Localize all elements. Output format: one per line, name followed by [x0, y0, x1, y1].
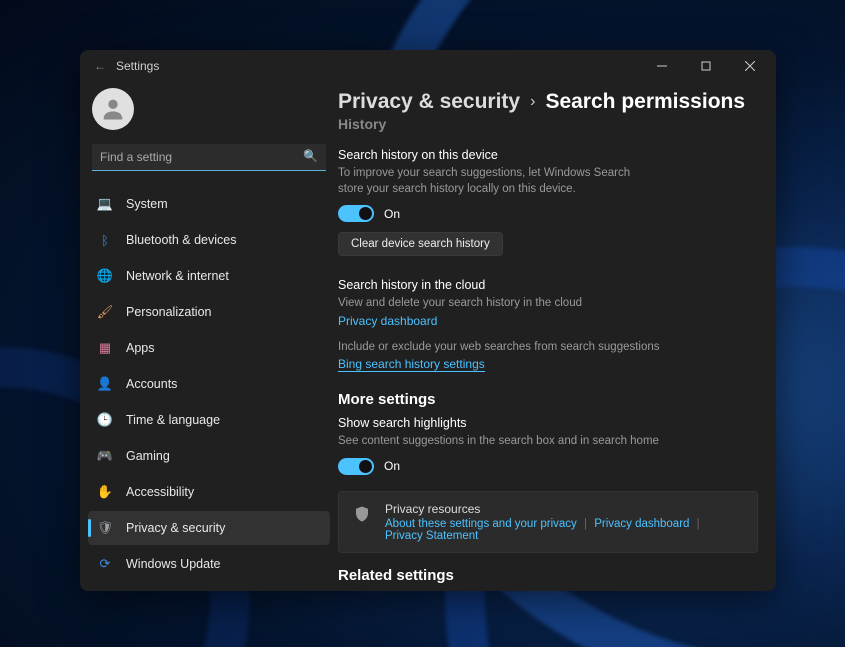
- resources-link-0[interactable]: About these settings and your privacy: [385, 518, 577, 530]
- nav-item-gaming[interactable]: 🎮 Gaming: [88, 439, 330, 473]
- resources-title: Privacy resources: [385, 502, 743, 516]
- apps-icon: ▦: [96, 339, 114, 357]
- nav-item-accounts[interactable]: 👤 Accounts: [88, 367, 330, 401]
- nav-item-privacy-security[interactable]: 🛡 Privacy & security: [88, 511, 330, 545]
- chevron-right-icon: ›: [530, 93, 535, 111]
- gaming-icon: 🎮: [96, 447, 114, 465]
- clear-history-button[interactable]: Clear device search history: [338, 232, 503, 256]
- highlights-toggle-label: On: [384, 459, 400, 473]
- nav-label: Accessibility: [126, 485, 194, 499]
- nav-item-bluetooth-devices[interactable]: ᛒ Bluetooth & devices: [88, 223, 330, 257]
- nav-item-system[interactable]: 💻 System: [88, 187, 330, 221]
- update-icon: ⟳: [96, 555, 114, 573]
- back-button[interactable]: ←: [92, 59, 108, 73]
- nav-label: Gaming: [126, 449, 170, 463]
- bing-history-link[interactable]: Bing search history settings: [338, 357, 485, 372]
- close-button[interactable]: [728, 52, 772, 80]
- privacy-icon: 🛡: [96, 519, 114, 537]
- breadcrumb: Privacy & security › Search permissions: [338, 82, 758, 118]
- search-icon: 🔍: [303, 149, 318, 163]
- system-icon: 💻: [96, 195, 114, 213]
- nav-list: 💻 System ᛒ Bluetooth & devices 🌐 Network & in…: [88, 187, 330, 583]
- personalization-icon: 🖌: [96, 303, 114, 321]
- privacy-dashboard-link[interactable]: Privacy dashboard: [338, 314, 437, 328]
- nav-item-network-internet[interactable]: 🌐 Network & internet: [88, 259, 330, 293]
- section-related: Related settings: [338, 567, 758, 584]
- cloud-history-title: Search history in the cloud: [338, 278, 758, 292]
- window-title: Settings: [116, 59, 640, 73]
- search-input[interactable]: [92, 144, 326, 171]
- privacy-resources-card: Privacy resources About these settings a…: [338, 491, 758, 553]
- nav-label: Personalization: [126, 305, 211, 319]
- time-icon: 🕒: [96, 411, 114, 429]
- resources-link-2[interactable]: Privacy Statement: [385, 530, 478, 542]
- section-history: History: [338, 116, 758, 132]
- network-icon: 🌐: [96, 267, 114, 285]
- nav-item-accessibility[interactable]: ✋ Accessibility: [88, 475, 330, 509]
- nav-label: Time & language: [126, 413, 220, 427]
- nav-label: System: [126, 197, 168, 211]
- device-history-toggle-label: On: [384, 207, 400, 221]
- nav-label: Windows Update: [126, 557, 221, 571]
- maximize-button[interactable]: [684, 52, 728, 80]
- nav-item-apps[interactable]: ▦ Apps: [88, 331, 330, 365]
- accessibility-icon: ✋: [96, 483, 114, 501]
- highlights-toggle[interactable]: [338, 458, 374, 475]
- shield-icon: [353, 505, 371, 523]
- device-history-title: Search history on this device: [338, 148, 758, 162]
- section-more: More settings: [338, 391, 758, 408]
- nav-label: Accounts: [126, 377, 177, 391]
- highlights-title: Show search highlights: [338, 416, 758, 430]
- nav-label: Network & internet: [126, 269, 229, 283]
- device-history-desc: To improve your search suggestions, let …: [338, 166, 638, 197]
- nav-label: Bluetooth & devices: [126, 233, 237, 247]
- nav-label: Apps: [126, 341, 155, 355]
- device-history-toggle[interactable]: [338, 205, 374, 222]
- nav-item-time-language[interactable]: 🕒 Time & language: [88, 403, 330, 437]
- titlebar: ← Settings: [80, 50, 776, 82]
- breadcrumb-parent[interactable]: Privacy & security: [338, 90, 520, 114]
- cloud-history-desc2: Include or exclude your web searches fro…: [338, 340, 678, 356]
- highlights-desc: See content suggestions in the search bo…: [338, 434, 678, 450]
- accounts-icon: 👤: [96, 375, 114, 393]
- nav-item-windows-update[interactable]: ⟳ Windows Update: [88, 547, 330, 581]
- settings-window: ← Settings 🔍 💻 System ᛒ Bluetooth & devices…: [80, 50, 776, 591]
- nav-label: Privacy & security: [126, 521, 225, 535]
- nav-item-personalization[interactable]: 🖌 Personalization: [88, 295, 330, 329]
- content-pane[interactable]: Privacy & security › Search permissions …: [338, 82, 776, 591]
- cloud-history-desc1: View and delete your search history in t…: [338, 296, 638, 312]
- user-avatar[interactable]: [92, 88, 134, 130]
- sidebar: 🔍 💻 System ᛒ Bluetooth & devices 🌐 Network & …: [80, 82, 338, 591]
- minimize-button[interactable]: [640, 52, 684, 80]
- bluetooth-icon: ᛒ: [96, 231, 114, 249]
- breadcrumb-current: Search permissions: [545, 90, 745, 114]
- resources-links: About these settings and your privacy | …: [385, 518, 743, 542]
- resources-link-1[interactable]: Privacy dashboard: [594, 518, 689, 530]
